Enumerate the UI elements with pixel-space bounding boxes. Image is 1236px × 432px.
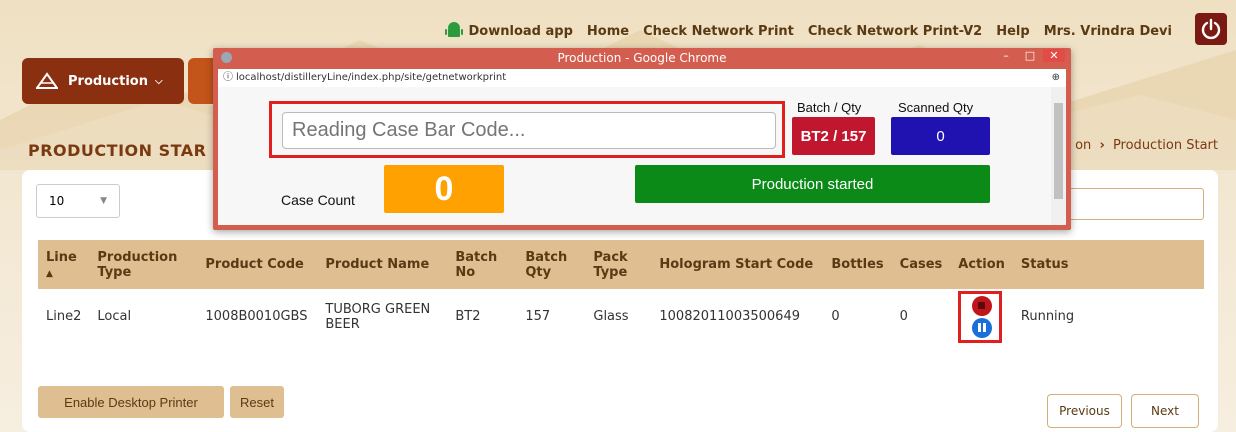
scanned-qty-badge: 0 [891, 117, 990, 155]
close-icon[interactable]: ✕ [1043, 49, 1065, 62]
cell-product-code: 1008B0010GBS [205, 309, 308, 324]
table-row: Line2 Local 1008B0010GBS TUBORG GREEN BE… [38, 289, 1204, 344]
cell-line: Line2 [46, 309, 82, 324]
col-action: Action [958, 257, 1005, 272]
cell-hologram-start-code: 10082011003500649 [659, 309, 800, 324]
production-popup-window: Production - Google Chrome – □ ✕ ⓘ local… [213, 48, 1071, 230]
col-pack-type[interactable]: Pack Type [585, 240, 651, 289]
zoom-icon: ⊕ [1051, 72, 1060, 83]
barcode-input[interactable] [282, 112, 776, 149]
previous-button[interactable]: Previous [1047, 394, 1122, 428]
popup-scrollbar[interactable] [1051, 87, 1066, 225]
help-link[interactable]: Help [996, 24, 1029, 39]
scanned-qty-label: Scanned Qty [898, 100, 974, 115]
cell-pack-type: Glass [593, 309, 629, 324]
cell-cases: 0 [899, 309, 908, 324]
page-title: PRODUCTION STAR [28, 141, 207, 160]
cell-production-type: Local [97, 309, 132, 324]
check-network-print-v2-link[interactable]: Check Network Print-V2 [808, 24, 982, 39]
col-cases[interactable]: Cases [892, 240, 951, 289]
cell-batch-no: BT2 [455, 309, 481, 324]
sort-asc-icon: ▲ [46, 268, 53, 279]
cell-action [950, 289, 1013, 344]
page-length-select[interactable]: 10 ▼ [36, 184, 120, 218]
production-table: Line ▲ Production Type Product Code Produ… [38, 240, 1204, 344]
col-bottles[interactable]: Bottles [823, 240, 891, 289]
top-nav: Download app Home Check Network Print Ch… [444, 22, 1172, 40]
user-name[interactable]: Mrs. Vrindra Devi [1044, 24, 1172, 39]
case-count-label: Case Count [281, 192, 355, 208]
mountain-icon [36, 72, 58, 89]
cell-status: Running [1020, 309, 1075, 324]
reset-button[interactable]: Reset [230, 386, 284, 418]
chevron-down-icon: ▼ [100, 196, 107, 206]
popup-content: Batch / Qty BT2 / 157 Scanned Qty 0 Case… [218, 87, 1051, 225]
android-icon [444, 22, 463, 37]
logout-button[interactable] [1195, 13, 1227, 45]
col-production-type[interactable]: Production Type [89, 240, 197, 289]
production-status-banner: Production started [635, 165, 990, 203]
power-icon [1201, 18, 1221, 40]
production-menu-label: Production [68, 73, 148, 89]
col-hologram-start-code[interactable]: Hologram Start Code [651, 240, 823, 289]
enable-desktop-printer-button[interactable]: Enable Desktop Printer [38, 386, 224, 418]
window-controls: – □ ✕ [995, 49, 1065, 62]
info-icon: ⓘ [223, 72, 233, 83]
col-product-code[interactable]: Product Code [197, 240, 317, 289]
barcode-highlight [269, 101, 785, 158]
breadcrumb-separator-icon: › [1099, 138, 1105, 153]
address-url: localhost/distilleryLine/index.php/site/… [236, 72, 507, 83]
col-status[interactable]: Status [1013, 240, 1204, 289]
col-batch-qty[interactable]: Batch Qty [517, 240, 585, 289]
table-header-row: Line ▲ Production Type Product Code Produ… [38, 240, 1204, 289]
cell-batch-qty: 157 [525, 309, 551, 324]
breadcrumb-current: Production Start [1112, 138, 1218, 153]
download-app-link[interactable]: Download app [469, 24, 573, 39]
batch-qty-badge: BT2 / 157 [792, 117, 875, 155]
production-menu-button[interactable]: Production ⌵ [22, 58, 184, 104]
case-count-badge: 0 [384, 165, 504, 213]
popup-title: Production - Google Chrome [557, 51, 727, 65]
page-length-value: 10 [49, 194, 65, 208]
breadcrumb-prev[interactable]: on [1075, 138, 1091, 153]
action-highlight [958, 291, 1003, 343]
address-bar[interactable]: ⓘ localhost/distilleryLine/index.php/sit… [218, 69, 1066, 87]
search-input[interactable] [1054, 188, 1204, 220]
col-product-name[interactable]: Product Name [317, 240, 447, 289]
batch-qty-label: Batch / Qty [797, 100, 862, 115]
next-button[interactable]: Next [1131, 394, 1199, 428]
maximize-icon[interactable]: □ [1019, 49, 1041, 62]
chevron-down-icon: ⌵ [155, 75, 163, 87]
col-batch-no[interactable]: Batch No [447, 240, 517, 289]
cell-product-name: TUBORG GREEN BEER [325, 301, 431, 332]
cell-bottles: 0 [831, 309, 840, 324]
home-link[interactable]: Home [587, 24, 629, 39]
check-network-print-link[interactable]: Check Network Print [643, 24, 794, 39]
scrollbar-thumb[interactable] [1054, 103, 1063, 199]
breadcrumb: on › Production Start [1075, 138, 1218, 153]
col-line[interactable]: Line ▲ [38, 240, 89, 289]
minimize-icon[interactable]: – [995, 49, 1017, 62]
